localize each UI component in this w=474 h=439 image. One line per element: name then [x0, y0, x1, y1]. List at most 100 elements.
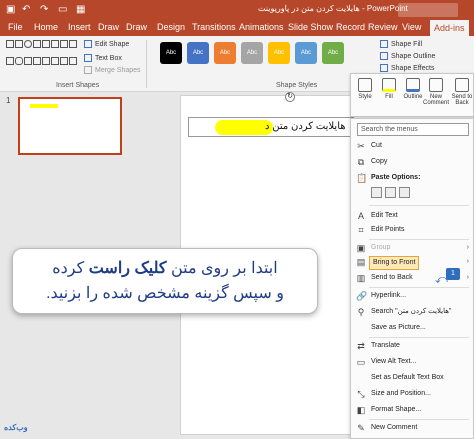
menu-item-save-as-picture[interactable]: Save as Picture... — [351, 321, 474, 335]
line-shape-icon[interactable] — [6, 40, 14, 48]
new-comment-button[interactable]: New Comment — [423, 78, 449, 106]
callout-line-1: ابتدا بر روی متن کلیک راست کرده — [13, 256, 317, 281]
paste-keep-icon[interactable] — [371, 187, 382, 198]
text-box-button[interactable]: Text Box — [84, 54, 122, 62]
tab-animations[interactable]: Animations — [239, 22, 284, 32]
search-item-label: Search "هایلایت کردن متن" — [371, 308, 452, 315]
tab-draw-2[interactable]: Draw — [126, 22, 147, 32]
paste-picture-icon[interactable] — [385, 187, 396, 198]
menu-item-new-comment[interactable]: ✎ New Comment — [351, 421, 474, 435]
edit-text-icon: A — [357, 211, 364, 221]
scissors-icon: ✂ — [357, 141, 365, 151]
slide-text[interactable]: هایلایت کردن متن د — [265, 121, 346, 132]
style-preset-black[interactable]: Abc — [160, 42, 182, 64]
layout-icon[interactable]: ▦ — [76, 3, 85, 17]
menu-item-edit-points[interactable]: ⌗ Edit Points — [351, 223, 474, 237]
hexagon-shape-icon[interactable] — [33, 56, 41, 65]
merge-shapes-icon — [84, 66, 92, 74]
fill-button[interactable]: Fill — [377, 78, 401, 100]
effects-icon — [380, 64, 388, 72]
copy-icon: ⧉ — [357, 157, 365, 167]
triangle-shape-icon[interactable] — [33, 40, 41, 48]
cloud-shape-icon[interactable] — [60, 56, 68, 65]
rectangle-shape-icon[interactable] — [15, 40, 23, 48]
square-shape-icon[interactable] — [6, 56, 14, 65]
paste-text-icon[interactable] — [399, 187, 410, 198]
save-icon[interactable]: ▣ — [6, 3, 15, 17]
menu-item-translate[interactable]: ⇄ Translate — [351, 339, 474, 353]
callout-shape-icon[interactable] — [42, 56, 50, 65]
send-to-back-button[interactable]: Send to Back — [450, 78, 474, 106]
tab-add-ins[interactable]: Add-ins — [430, 20, 469, 36]
outline-button[interactable]: Outline — [401, 78, 425, 100]
submenu-arrow-icon: › — [466, 244, 469, 251]
edit-shape-button[interactable]: Edit Shape — [84, 40, 129, 48]
edit-shape-icon — [84, 40, 92, 48]
tab-record[interactable]: Record — [336, 22, 365, 32]
callout-text-bold: کلیک راست — [88, 260, 167, 277]
edit-text-label: Edit Text — [371, 212, 398, 219]
shape-outline-button[interactable]: Shape Outline — [380, 52, 435, 60]
link-icon: 🔗 — [356, 291, 368, 301]
title-search-box[interactable] — [398, 3, 458, 17]
present-icon[interactable]: ▭ — [58, 3, 67, 17]
style-icon — [358, 78, 372, 92]
tab-transitions[interactable]: Transitions — [192, 22, 236, 32]
menu-item-view-alt-text[interactable]: ▭ View Alt Text... — [351, 355, 474, 369]
style-preset-gray[interactable]: Abc — [241, 42, 263, 64]
format-shape-icon: ◧ — [356, 405, 366, 415]
pentagon-shape-icon[interactable] — [24, 56, 32, 65]
tab-home[interactable]: Home — [34, 22, 58, 32]
brand-logo: وب‌کده — [4, 423, 28, 432]
shape-fill-button[interactable]: Shape Fill — [380, 40, 422, 48]
tab-design[interactable]: Design — [157, 22, 185, 32]
tab-file[interactable]: File — [8, 22, 23, 32]
new-comment-label: New Comment — [423, 94, 450, 106]
menu-item-copy[interactable]: ⧉ Copy — [351, 155, 474, 169]
brace-shape-icon[interactable] — [69, 40, 77, 48]
rounded-shape-icon[interactable] — [15, 56, 23, 65]
tab-draw[interactable]: Draw — [98, 22, 119, 32]
tab-insert[interactable]: Insert — [68, 22, 91, 32]
arrow-shape-icon[interactable] — [42, 40, 50, 48]
menu-item-format-shape[interactable]: ◧ Format Shape... — [351, 403, 474, 417]
shape-effects-button[interactable]: Shape Effects — [380, 64, 434, 72]
style-button[interactable]: Style — [353, 78, 377, 100]
menu-item-hyperlink[interactable]: 🔗 Hyperlink... — [351, 289, 474, 303]
submenu-arrow-icon: › — [466, 258, 469, 265]
style-preset-blue[interactable]: Abc — [187, 42, 209, 64]
menu-item-group[interactable]: ▣ Group › — [351, 241, 474, 255]
style-preset-lightblue[interactable]: Abc — [295, 42, 317, 64]
menu-item-bring-to-front[interactable]: ▤ Bring to Front › — [351, 255, 474, 270]
star-shape-icon[interactable] — [51, 40, 59, 48]
bring-to-front-label: Bring to Front — [369, 256, 420, 270]
menu-search-input[interactable]: Search the menus — [357, 123, 469, 136]
menu-item-cut[interactable]: ✂ Cut — [351, 139, 474, 153]
tab-review[interactable]: Review — [368, 22, 398, 32]
tab-slide-show[interactable]: Slide Show — [288, 22, 333, 32]
menu-item-size-position[interactable]: ⤡ Size and Position... — [351, 387, 474, 401]
selected-text-box[interactable]: هایلایت کردن متن د — [188, 117, 354, 137]
curve-shape-icon[interactable] — [60, 40, 68, 48]
shape-styles-group-label: Shape Styles — [276, 82, 318, 89]
menu-item-set-default-text-box[interactable]: Set as Default Text Box — [351, 371, 474, 385]
style-preset-gold[interactable]: Abc — [268, 42, 290, 64]
tab-view[interactable]: View — [402, 22, 421, 32]
style-preset-orange[interactable]: Abc — [214, 42, 236, 64]
style-preset-green[interactable]: Abc — [322, 42, 344, 64]
send-to-back-label: Send to Back — [371, 274, 413, 281]
oval-shape-icon[interactable] — [24, 40, 32, 48]
shapes-gallery[interactable] — [6, 40, 84, 72]
menu-item-edit-text[interactable]: A Edit Text — [351, 209, 474, 223]
mini-toolbar: Style Fill Outline New Comment Send to B… — [350, 73, 474, 117]
text-box-label: Text Box — [95, 54, 122, 62]
undo-icon[interactable]: ↶ — [22, 3, 30, 17]
rotate-handle-icon[interactable]: ↻ — [285, 92, 295, 102]
fill-label: Fill — [385, 94, 393, 100]
heart-shape-icon[interactable] — [51, 56, 59, 65]
redo-icon[interactable]: ↷ — [40, 3, 48, 17]
more-shapes-icon[interactable] — [69, 56, 77, 65]
slide-thumbnail[interactable] — [18, 97, 122, 155]
menu-item-search[interactable]: ⚲ Search "هایلایت کردن متن" — [351, 305, 474, 319]
merge-shapes-button[interactable]: Merge Shapes — [84, 66, 141, 74]
